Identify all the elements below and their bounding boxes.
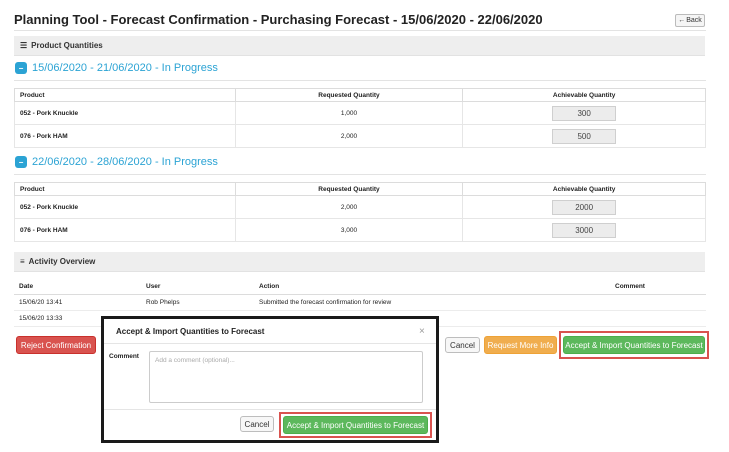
requested-quantity: 2,000 bbox=[234, 124, 464, 148]
period-2-table: Product Requested Quantity Achievable Qu… bbox=[14, 182, 706, 242]
column-header-product: Product bbox=[14, 88, 236, 102]
activity-header-row: Date User Action Comment bbox=[14, 280, 706, 295]
cancel-button[interactable]: Cancel bbox=[445, 337, 480, 353]
period-1-divider bbox=[14, 80, 706, 81]
accept-import-modal: Accept & Import Quantities to Forecast ×… bbox=[101, 316, 439, 443]
column-header-achievable: Achievable Quantity bbox=[462, 182, 706, 196]
rss-icon: ≡ bbox=[20, 257, 25, 266]
modal-cancel-button[interactable]: Cancel bbox=[240, 416, 274, 432]
period-2-label: 22/06/2020 - 28/06/2020 - In Progress bbox=[32, 156, 218, 168]
title-divider bbox=[14, 30, 706, 31]
achievable-quantity-input[interactable]: 300 bbox=[552, 105, 617, 121]
activity-user: Rob Phelps bbox=[141, 294, 254, 311]
column-header-date: Date bbox=[14, 280, 141, 295]
column-header-user: User bbox=[141, 280, 254, 295]
product-name: 052 - Pork Knuckle bbox=[14, 195, 236, 219]
modal-footer-divider bbox=[104, 409, 436, 410]
table-row: 076 - Pork HAM 2,000 500 bbox=[14, 124, 706, 148]
activity-overview-panel-header: ≡ Activity Overview bbox=[14, 252, 705, 272]
period-2-divider bbox=[14, 174, 706, 175]
product-name: 076 - Pork HAM bbox=[14, 124, 236, 148]
close-icon[interactable]: × bbox=[419, 326, 425, 337]
achievable-quantity-input[interactable]: 3000 bbox=[552, 222, 617, 238]
table-row: 076 - Pork HAM 3,000 3000 bbox=[14, 218, 706, 242]
column-header-requested: Requested Quantity bbox=[234, 88, 464, 102]
reject-confirmation-button[interactable]: Reject Confirmation bbox=[16, 336, 96, 354]
request-more-info-button[interactable]: Request More Info bbox=[484, 336, 557, 354]
product-name: 052 - Pork Knuckle bbox=[14, 101, 236, 125]
table-row: 052 - Pork Knuckle 1,000 300 bbox=[14, 101, 706, 125]
column-header-requested: Requested Quantity bbox=[234, 182, 464, 196]
product-quantities-panel-header: ☰ Product Quantities bbox=[14, 36, 705, 56]
arrow-left-icon: ← bbox=[678, 17, 686, 24]
table-header-row: Product Requested Quantity Achievable Qu… bbox=[14, 182, 706, 196]
comment-label: Comment bbox=[109, 353, 139, 360]
accept-import-button[interactable]: Accept & Import Quantities to Forecast bbox=[563, 336, 705, 354]
activity-overview-label: Activity Overview bbox=[28, 257, 96, 266]
column-header-product: Product bbox=[14, 182, 236, 196]
table-row: 052 - Pork Knuckle 2,000 2000 bbox=[14, 195, 706, 219]
requested-quantity: 3,000 bbox=[234, 218, 464, 242]
activity-date: 15/06/20 13:41 bbox=[14, 294, 141, 311]
back-button-label: Back bbox=[686, 17, 702, 24]
period-1-table: Product Requested Quantity Achievable Qu… bbox=[14, 88, 706, 148]
modal-accept-import-button[interactable]: Accept & Import Quantities to Forecast bbox=[283, 416, 428, 434]
column-header-achievable: Achievable Quantity bbox=[462, 88, 706, 102]
activity-comment bbox=[610, 310, 706, 327]
modal-title: Accept & Import Quantities to Forecast bbox=[104, 319, 436, 344]
achievable-quantity-input[interactable]: 500 bbox=[552, 128, 617, 144]
period-2-header[interactable]: − 22/06/2020 - 28/06/2020 - In Progress bbox=[15, 156, 218, 168]
column-header-action: Action bbox=[254, 280, 610, 295]
back-button[interactable]: ← Back bbox=[675, 14, 705, 27]
product-quantities-label: Product Quantities bbox=[31, 41, 103, 50]
table-row: 15/06/20 13:41 Rob Phelps Submitted the … bbox=[14, 294, 706, 311]
product-name: 076 - Pork HAM bbox=[14, 218, 236, 242]
period-1-label: 15/06/2020 - 21/06/2020 - In Progress bbox=[32, 62, 218, 74]
requested-quantity: 2,000 bbox=[234, 195, 464, 219]
activity-comment bbox=[610, 294, 706, 311]
period-1-header[interactable]: − 15/06/2020 - 21/06/2020 - In Progress bbox=[15, 62, 218, 74]
column-header-comment: Comment bbox=[610, 280, 706, 295]
comment-textarea[interactable]: Add a comment (optional)... bbox=[149, 351, 423, 403]
list-icon: ☰ bbox=[20, 41, 28, 50]
collapse-icon[interactable]: − bbox=[15, 156, 27, 168]
achievable-quantity-input[interactable]: 2000 bbox=[552, 199, 617, 215]
page-title: Planning Tool - Forecast Confirmation - … bbox=[14, 12, 543, 27]
collapse-icon[interactable]: − bbox=[15, 62, 27, 74]
table-header-row: Product Requested Quantity Achievable Qu… bbox=[14, 88, 706, 102]
requested-quantity: 1,000 bbox=[234, 101, 464, 125]
activity-action: Submitted the forecast confirmation for … bbox=[254, 294, 610, 311]
